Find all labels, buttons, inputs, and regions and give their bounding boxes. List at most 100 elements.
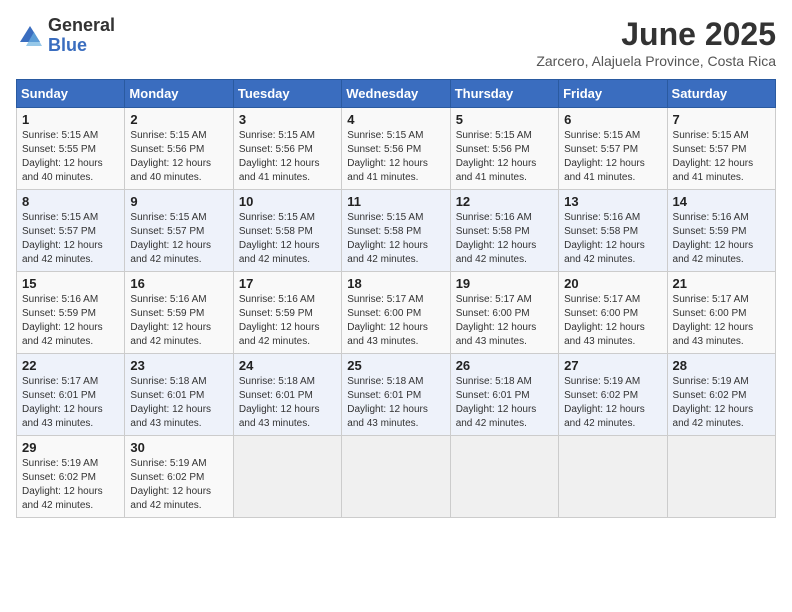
calendar-cell: 27 Sunrise: 5:19 AM Sunset: 6:02 PM Dayli… xyxy=(559,354,667,436)
day-info: Sunrise: 5:18 AM Sunset: 6:01 PM Dayligh… xyxy=(239,375,336,431)
calendar-cell: 6Sunrise: 5:15 AM Sunset: 5:57 PM Daylig… xyxy=(559,108,667,190)
day-info: Sunrise: 5:15 AM Sunset: 5:57 PM Dayligh… xyxy=(130,211,227,267)
calendar-cell: 5Sunrise: 5:15 AM Sunset: 5:56 PM Daylig… xyxy=(450,108,558,190)
logo-general-text: General xyxy=(48,15,115,35)
day-number: 4 xyxy=(347,112,444,127)
title-block: June 2025 Zarcero, Alajuela Province, Co… xyxy=(536,16,776,69)
logo: General Blue xyxy=(16,16,115,56)
calendar-cell xyxy=(450,436,558,518)
calendar-cell: 8Sunrise: 5:15 AM Sunset: 5:57 PM Daylig… xyxy=(17,190,125,272)
calendar-week-5: 29 Sunrise: 5:19 AM Sunset: 6:02 PM Dayli… xyxy=(17,436,776,518)
day-info: Sunrise: 5:15 AM Sunset: 5:57 PM Dayligh… xyxy=(673,129,770,185)
day-number: 19 xyxy=(456,276,553,291)
calendar-cell: 20 Sunrise: 5:17 AM Sunset: 6:00 PM Dayli… xyxy=(559,272,667,354)
calendar-cell: 28 Sunrise: 5:19 AM Sunset: 6:02 PM Dayli… xyxy=(667,354,775,436)
calendar-cell: 7 Sunrise: 5:15 AM Sunset: 5:57 PM Daylig… xyxy=(667,108,775,190)
day-info: Sunrise: 5:19 AM Sunset: 6:02 PM Dayligh… xyxy=(130,457,227,513)
weekday-sunday: Sunday xyxy=(17,80,125,108)
page-header: General Blue June 2025 Zarcero, Alajuela… xyxy=(16,16,776,69)
day-info: Sunrise: 5:15 AM Sunset: 5:56 PM Dayligh… xyxy=(456,129,553,185)
day-number: 22 xyxy=(22,358,119,373)
calendar-subtitle: Zarcero, Alajuela Province, Costa Rica xyxy=(536,53,776,69)
day-info: Sunrise: 5:17 AM Sunset: 6:00 PM Dayligh… xyxy=(673,293,770,349)
calendar-cell xyxy=(342,436,450,518)
day-number: 27 xyxy=(564,358,661,373)
calendar-cell: 29 Sunrise: 5:19 AM Sunset: 6:02 PM Dayli… xyxy=(17,436,125,518)
day-info: Sunrise: 5:18 AM Sunset: 6:01 PM Dayligh… xyxy=(130,375,227,431)
day-number: 29 xyxy=(22,440,119,455)
day-info: Sunrise: 5:18 AM Sunset: 6:01 PM Dayligh… xyxy=(347,375,444,431)
day-info: Sunrise: 5:15 AM Sunset: 5:58 PM Dayligh… xyxy=(347,211,444,267)
calendar-cell: 12 Sunrise: 5:16 AM Sunset: 5:58 PM Dayli… xyxy=(450,190,558,272)
weekday-saturday: Saturday xyxy=(667,80,775,108)
day-info: Sunrise: 5:15 AM Sunset: 5:55 PM Dayligh… xyxy=(22,129,119,185)
calendar-cell: 11 Sunrise: 5:15 AM Sunset: 5:58 PM Dayli… xyxy=(342,190,450,272)
day-number: 1 xyxy=(22,112,119,127)
day-info: Sunrise: 5:17 AM Sunset: 6:00 PM Dayligh… xyxy=(564,293,661,349)
calendar-cell: 13Sunrise: 5:16 AM Sunset: 5:58 PM Dayli… xyxy=(559,190,667,272)
weekday-thursday: Thursday xyxy=(450,80,558,108)
day-number: 18 xyxy=(347,276,444,291)
day-number: 3 xyxy=(239,112,336,127)
calendar-cell xyxy=(667,436,775,518)
day-number: 26 xyxy=(456,358,553,373)
calendar-cell: 9 Sunrise: 5:15 AM Sunset: 5:57 PM Daylig… xyxy=(125,190,233,272)
calendar-cell: 10Sunrise: 5:15 AM Sunset: 5:58 PM Dayli… xyxy=(233,190,341,272)
day-info: Sunrise: 5:19 AM Sunset: 6:02 PM Dayligh… xyxy=(564,375,661,431)
logo-blue-text: Blue xyxy=(48,35,87,55)
day-info: Sunrise: 5:15 AM Sunset: 5:56 PM Dayligh… xyxy=(130,129,227,185)
day-info: Sunrise: 5:19 AM Sunset: 6:02 PM Dayligh… xyxy=(673,375,770,431)
day-number: 13 xyxy=(564,194,661,209)
calendar-cell: 22 Sunrise: 5:17 AM Sunset: 6:01 PM Dayli… xyxy=(17,354,125,436)
day-number: 25 xyxy=(347,358,444,373)
calendar-cell: 19 Sunrise: 5:17 AM Sunset: 6:00 PM Dayli… xyxy=(450,272,558,354)
day-info: Sunrise: 5:16 AM Sunset: 5:58 PM Dayligh… xyxy=(456,211,553,267)
calendar-cell xyxy=(233,436,341,518)
calendar-cell: 1 Sunrise: 5:15 AM Sunset: 5:55 PM Daylig… xyxy=(17,108,125,190)
day-info: Sunrise: 5:16 AM Sunset: 5:59 PM Dayligh… xyxy=(130,293,227,349)
day-number: 9 xyxy=(130,194,227,209)
day-number: 24 xyxy=(239,358,336,373)
logo-icon xyxy=(16,22,44,50)
day-info: Sunrise: 5:16 AM Sunset: 5:59 PM Dayligh… xyxy=(22,293,119,349)
weekday-header-row: SundayMondayTuesdayWednesdayThursdayFrid… xyxy=(17,80,776,108)
calendar-cell: 16 Sunrise: 5:16 AM Sunset: 5:59 PM Dayli… xyxy=(125,272,233,354)
day-info: Sunrise: 5:15 AM Sunset: 5:57 PM Dayligh… xyxy=(564,129,661,185)
day-number: 17 xyxy=(239,276,336,291)
calendar-table: SundayMondayTuesdayWednesdayThursdayFrid… xyxy=(16,79,776,518)
calendar-week-4: 22 Sunrise: 5:17 AM Sunset: 6:01 PM Dayli… xyxy=(17,354,776,436)
calendar-body: 1 Sunrise: 5:15 AM Sunset: 5:55 PM Daylig… xyxy=(17,108,776,518)
day-info: Sunrise: 5:16 AM Sunset: 5:59 PM Dayligh… xyxy=(239,293,336,349)
day-number: 20 xyxy=(564,276,661,291)
day-number: 16 xyxy=(130,276,227,291)
calendar-title: June 2025 xyxy=(536,16,776,53)
day-info: Sunrise: 5:17 AM Sunset: 6:01 PM Dayligh… xyxy=(22,375,119,431)
day-info: Sunrise: 5:15 AM Sunset: 5:56 PM Dayligh… xyxy=(347,129,444,185)
calendar-cell: 26 Sunrise: 5:18 AM Sunset: 6:01 PM Dayli… xyxy=(450,354,558,436)
day-info: Sunrise: 5:17 AM Sunset: 6:00 PM Dayligh… xyxy=(456,293,553,349)
day-info: Sunrise: 5:18 AM Sunset: 6:01 PM Dayligh… xyxy=(456,375,553,431)
calendar-cell: 15Sunrise: 5:16 AM Sunset: 5:59 PM Dayli… xyxy=(17,272,125,354)
weekday-wednesday: Wednesday xyxy=(342,80,450,108)
day-number: 11 xyxy=(347,194,444,209)
day-number: 7 xyxy=(673,112,770,127)
calendar-cell: 21Sunrise: 5:17 AM Sunset: 6:00 PM Dayli… xyxy=(667,272,775,354)
day-info: Sunrise: 5:15 AM Sunset: 5:58 PM Dayligh… xyxy=(239,211,336,267)
calendar-cell: 14Sunrise: 5:16 AM Sunset: 5:59 PM Dayli… xyxy=(667,190,775,272)
day-number: 8 xyxy=(22,194,119,209)
day-info: Sunrise: 5:16 AM Sunset: 5:59 PM Dayligh… xyxy=(673,211,770,267)
day-number: 28 xyxy=(673,358,770,373)
calendar-cell: 24 Sunrise: 5:18 AM Sunset: 6:01 PM Dayli… xyxy=(233,354,341,436)
calendar-cell: 3Sunrise: 5:15 AM Sunset: 5:56 PM Daylig… xyxy=(233,108,341,190)
calendar-cell: 25 Sunrise: 5:18 AM Sunset: 6:01 PM Dayli… xyxy=(342,354,450,436)
calendar-week-2: 8 Sunrise: 5:15 AM Sunset: 5:57 PM Daylig… xyxy=(17,190,776,272)
calendar-cell: 17 Sunrise: 5:16 AM Sunset: 5:59 PM Dayli… xyxy=(233,272,341,354)
day-number: 23 xyxy=(130,358,227,373)
day-info: Sunrise: 5:19 AM Sunset: 6:02 PM Dayligh… xyxy=(22,457,119,513)
calendar-week-1: 1 Sunrise: 5:15 AM Sunset: 5:55 PM Daylig… xyxy=(17,108,776,190)
day-number: 12 xyxy=(456,194,553,209)
calendar-cell: 23 Sunrise: 5:18 AM Sunset: 6:01 PM Dayli… xyxy=(125,354,233,436)
calendar-week-3: 15Sunrise: 5:16 AM Sunset: 5:59 PM Dayli… xyxy=(17,272,776,354)
calendar-cell: 4 Sunrise: 5:15 AM Sunset: 5:56 PM Daylig… xyxy=(342,108,450,190)
day-info: Sunrise: 5:17 AM Sunset: 6:00 PM Dayligh… xyxy=(347,293,444,349)
